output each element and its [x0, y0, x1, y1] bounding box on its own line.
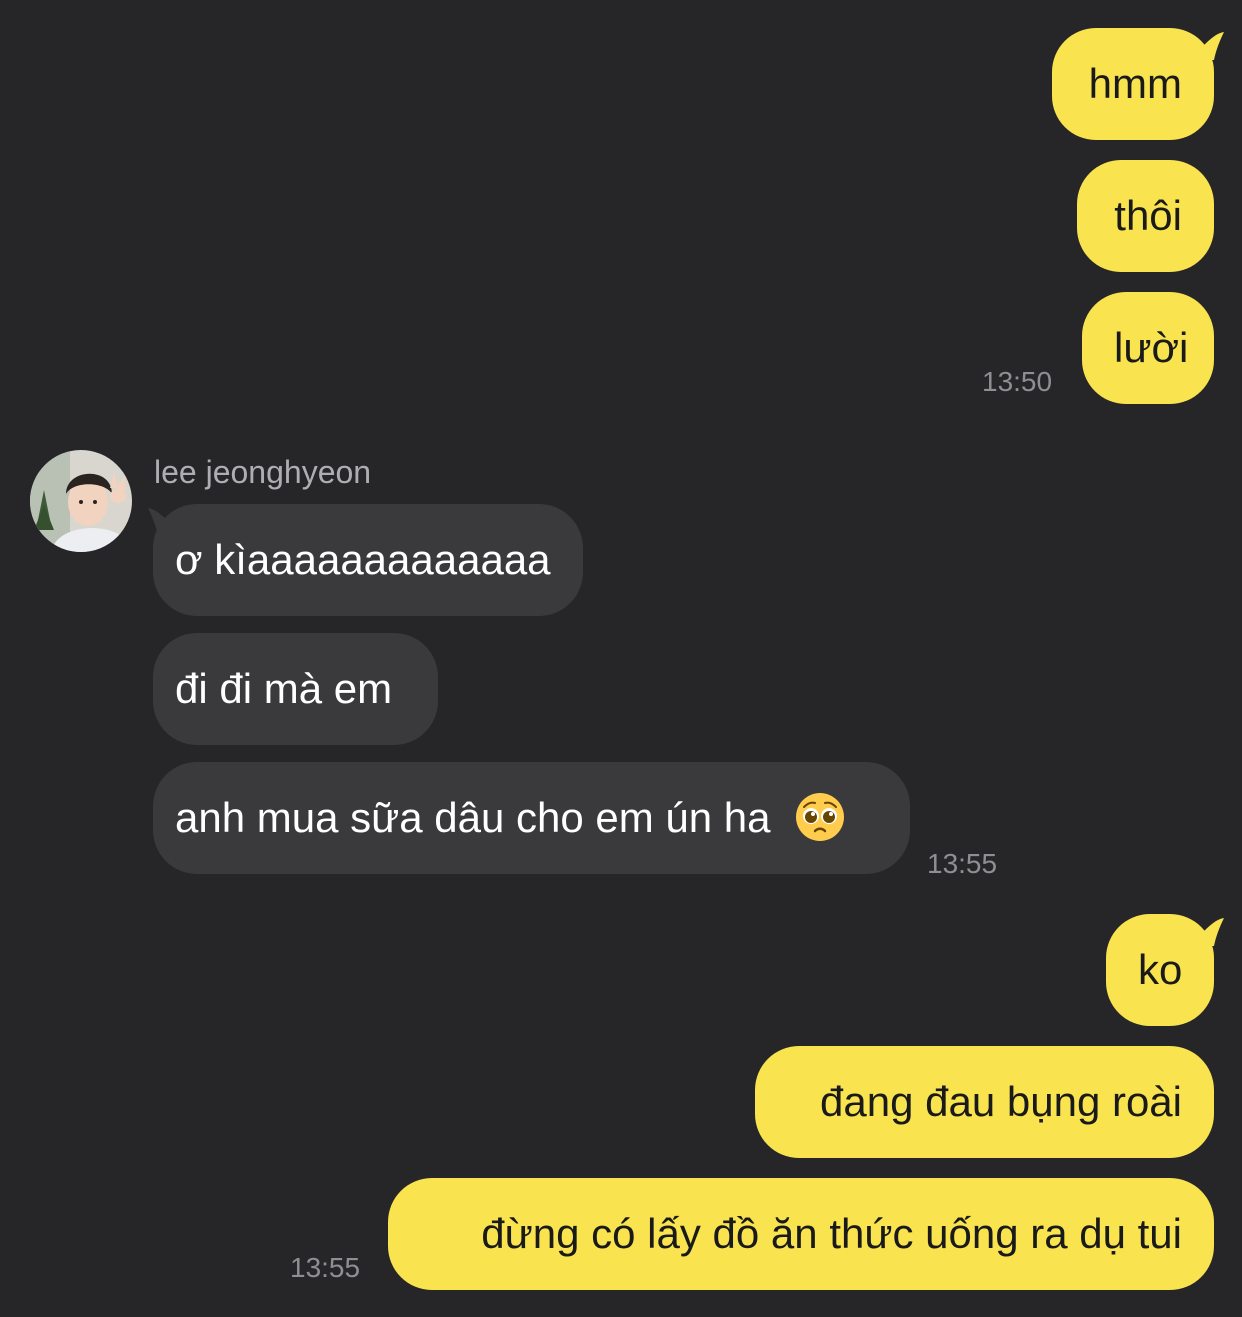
avatar-photo	[30, 450, 132, 552]
contact-name: lee jeonghyeon	[154, 454, 372, 490]
message-text: ơ kìaaaaaaaaaaaaa	[175, 536, 551, 583]
message-timestamp: 13:55	[927, 848, 998, 879]
bubble-tail	[1190, 32, 1224, 60]
message-text: thôi	[1114, 192, 1182, 239]
bubble-tail	[1190, 918, 1224, 946]
message-text: ko	[1138, 946, 1183, 993]
message-text: đang đau bụng roài	[820, 1078, 1182, 1125]
message-text: hmm	[1088, 60, 1182, 107]
pleading-face-emoji	[796, 792, 845, 841]
message-timestamp: 13:55	[290, 1252, 361, 1283]
contact-avatar[interactable]	[30, 450, 132, 552]
incoming-message[interactable]: anh mua sữa dâu cho em ún ha	[153, 762, 910, 874]
outgoing-message[interactable]: đừng có lấy đồ ăn thức uống ra dụ tui	[388, 1178, 1214, 1290]
message-text: đừng có lấy đồ ăn thức uống ra dụ tui	[481, 1210, 1182, 1257]
message-text: anh mua sữa dâu cho em ún ha	[175, 794, 771, 841]
incoming-message[interactable]: ơ kìaaaaaaaaaaaaa	[153, 504, 583, 616]
message-text: đi đi mà em	[175, 665, 393, 712]
message-text: lười	[1114, 324, 1189, 371]
outgoing-message[interactable]: đang đau bụng roài	[755, 1046, 1214, 1158]
message-timestamp: 13:50	[982, 366, 1053, 397]
bubble-tail	[148, 508, 182, 536]
outgoing-message[interactable]: thôi	[1077, 160, 1214, 272]
outgoing-message[interactable]: lười	[1082, 292, 1214, 404]
incoming-message[interactable]: đi đi mà em	[153, 633, 438, 745]
